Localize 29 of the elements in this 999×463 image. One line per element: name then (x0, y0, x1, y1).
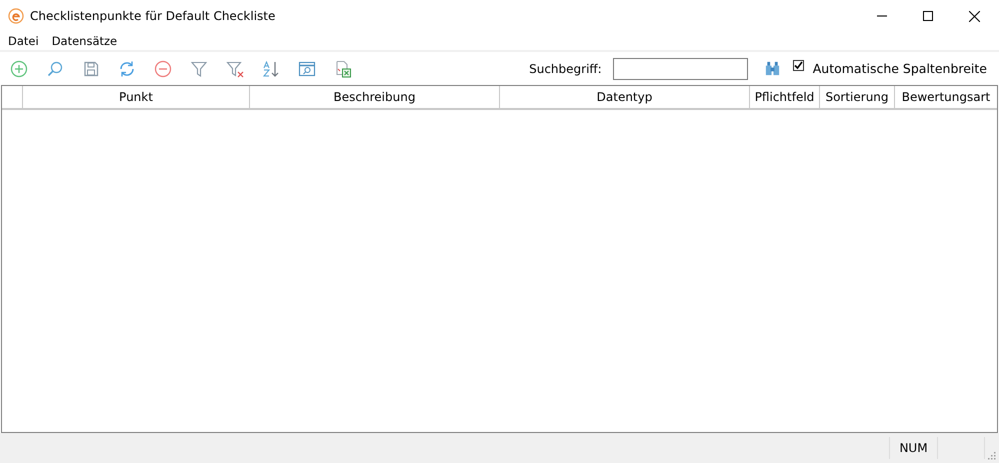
status-panel: NUM (890, 437, 938, 459)
excel-export-icon[interactable] (334, 60, 352, 78)
column-header[interactable]: Sortierung (820, 86, 895, 108)
binoculars-icon[interactable] (764, 60, 781, 77)
filter-icon[interactable] (190, 60, 208, 78)
menu-item[interactable]: Datensätze (52, 34, 118, 48)
window-search-icon[interactable] (298, 60, 316, 78)
search-icon[interactable] (46, 60, 64, 78)
checkbox-label[interactable]: Automatische Spaltenbreite (812, 61, 987, 76)
column-header[interactable]: Datentyp (500, 86, 750, 108)
checkbox[interactable] (792, 60, 804, 71)
column-header[interactable]: Punkt (23, 86, 250, 108)
search-field[interactable] (612, 58, 748, 80)
clear-filter-icon[interactable] (226, 60, 244, 78)
window-title: Checklistenpunkte für Default Checkliste (30, 9, 276, 23)
remove-icon[interactable] (154, 60, 172, 78)
menu-item[interactable]: Datei (8, 34, 39, 48)
sort-icon[interactable] (262, 60, 280, 78)
maximize-icon[interactable] (923, 11, 933, 21)
app-logo-icon (8, 8, 24, 24)
close-icon[interactable] (969, 10, 980, 22)
save-icon[interactable] (82, 60, 100, 78)
column-header[interactable]: Bewertungsart (895, 86, 997, 108)
search-label: Suchbegriff: (529, 62, 602, 76)
column-header[interactable]: Pflichtfeld (750, 86, 820, 108)
refresh-icon[interactable] (118, 60, 136, 78)
add-icon[interactable] (10, 60, 28, 78)
resize-grip-icon[interactable] (988, 452, 996, 460)
column-header[interactable]: Beschreibung (250, 86, 500, 108)
